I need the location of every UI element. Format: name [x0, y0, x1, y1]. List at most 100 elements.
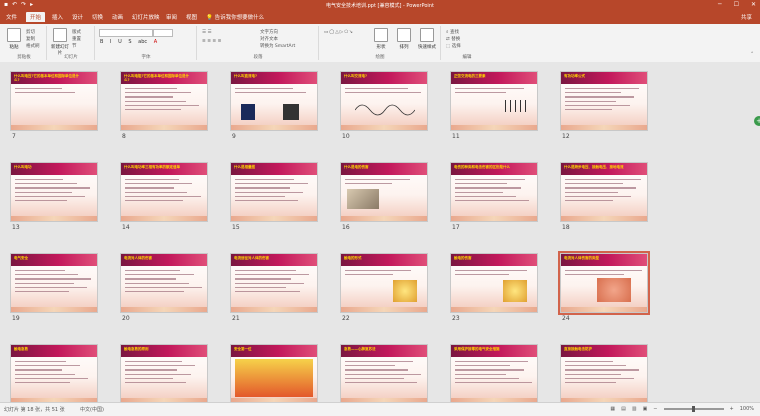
slide-thumbnail[interactable]: 什么是电的伤害 [340, 162, 428, 222]
slide-thumbnail[interactable]: 电气安全 [10, 253, 98, 313]
drawing-group-label: 绘图 [375, 55, 385, 60]
tab-file[interactable]: 文件 [6, 13, 17, 21]
slide-body-text [565, 88, 643, 113]
font-group: B I U S abc A 字体 [96, 26, 197, 60]
tab-insert[interactable]: 插入 [52, 13, 63, 21]
shadow-button[interactable]: abc [138, 39, 147, 45]
add-section-button[interactable]: + [754, 116, 760, 126]
copy-button[interactable]: 复制 [26, 36, 35, 42]
drawing-group: ▭◯△▷⬠↘ 形状 排列 快速样式 绘图 [320, 26, 441, 60]
slide-body-text [125, 361, 203, 386]
language-indicator[interactable]: 中文(中国) [80, 406, 104, 413]
strikethrough-button[interactable]: S [128, 39, 131, 45]
slide-thumbnail[interactable]: 触电急救 [10, 344, 98, 402]
tab-home[interactable]: 开始 [26, 12, 46, 22]
slide-thumbnail[interactable]: 电流途径对人体的伤害 [230, 253, 318, 313]
slide-body-text [345, 88, 423, 96]
smartart-button[interactable]: 转换为 SmartArt [260, 43, 295, 49]
slide-thumbnail[interactable]: 什么是相量图 [230, 162, 318, 222]
font-name-select[interactable] [99, 29, 153, 37]
slide-thumbnail[interactable]: 正弦交流电的三要素 [450, 71, 538, 131]
slide-footer-band [451, 307, 537, 312]
slide-sorter-view-icon[interactable]: ▤ [621, 406, 626, 412]
view-controls: ▦ ▤ ▥ ▣ − + 100% [610, 406, 754, 412]
tab-review[interactable]: 审阅 [166, 13, 177, 21]
new-slide-button[interactable]: 新建幻灯片 [50, 28, 70, 56]
slide-thumbnail[interactable]: 什么叫交流电? [340, 71, 428, 131]
slide-thumbnail[interactable]: 什么叫直流电? [230, 71, 318, 131]
layout-button[interactable]: 版式 [72, 29, 81, 35]
paste-button[interactable]: 粘贴 [4, 28, 24, 50]
reset-button[interactable]: 重置 [72, 36, 81, 42]
slide-title: 什么叫电功率三相有功率的额定值单 [124, 165, 180, 169]
slide-thumbnail[interactable]: 急救——心肺复苏法 [340, 344, 428, 402]
tell-me-search[interactable]: 💡 告诉我你想要做什么 [206, 13, 264, 21]
font-size-select[interactable] [153, 29, 173, 37]
slide-thumbnail[interactable]: 有功功率公式 [560, 71, 648, 131]
quick-styles-button[interactable]: 快速样式 [416, 28, 438, 50]
slide-thumbnail[interactable]: 电流对人体的伤害 [120, 253, 208, 313]
zoom-level[interactable]: 100% [740, 406, 754, 412]
font-color-button[interactable]: A [154, 39, 157, 45]
slide-count: 幻灯片 第 18 张，共 51 张 [4, 407, 65, 413]
share-button[interactable]: 共享 [741, 13, 752, 21]
tab-transitions[interactable]: 切换 [92, 13, 103, 21]
tab-animations[interactable]: 动画 [112, 13, 123, 21]
slide-number: 7 [12, 133, 16, 140]
slideshow-view-icon[interactable]: ▣ [643, 406, 648, 412]
collapse-ribbon-icon[interactable]: ⌃ [750, 52, 754, 57]
slide-thumbnail[interactable]: 采用保护接零的电气安全措施 [450, 344, 538, 402]
align-text-button[interactable]: 对齐文本 [260, 36, 278, 42]
tab-slideshow[interactable]: 幻灯片放映 [132, 13, 160, 21]
slide-body-text [235, 88, 313, 96]
slide-number: 20 [122, 315, 130, 322]
arrange-icon [397, 28, 411, 42]
zoom-slider[interactable] [663, 406, 724, 412]
slide-number: 21 [232, 315, 240, 322]
slide-thumbnail[interactable]: 触电急救的原则 [120, 344, 208, 402]
slide-thumbnail[interactable]: 什么是跨步电压、接触电压、接地电流 [560, 162, 648, 222]
slide-thumbnail[interactable]: 安全第一位 [230, 344, 318, 402]
minimize-icon[interactable]: ─ [718, 1, 722, 8]
slide-thumbnail[interactable]: 什么叫电功率三相有功率的额定值单 [120, 162, 208, 222]
select-button[interactable]: ⬚ 选择 [446, 43, 461, 49]
tell-me-label: 告诉我你想要做什么 [214, 15, 265, 21]
slide-title: 电气安全 [14, 256, 28, 260]
close-icon[interactable]: ✕ [751, 1, 756, 8]
bold-button[interactable]: B [100, 39, 103, 45]
format-painter-button[interactable]: 格式刷 [26, 43, 40, 49]
tab-design[interactable]: 设计 [72, 13, 83, 21]
slide-title: 什么叫电压?它的基本单位和国际单位是什么? [14, 74, 80, 82]
slide-thumbnail[interactable]: 直接接触电击防护 [560, 344, 648, 402]
section-button[interactable]: 节 [72, 43, 77, 49]
find-label: 查找 [449, 30, 459, 35]
italic-button[interactable]: I [110, 39, 111, 45]
slide-thumbnail[interactable]: 什么叫电功 [10, 162, 98, 222]
cut-button[interactable]: 剪切 [26, 29, 35, 35]
slide-thumbnail[interactable]: 电伤的种类和电击伤害的区别是什么 [450, 162, 538, 222]
zoom-out-icon[interactable]: − [653, 406, 657, 412]
shapes-button[interactable]: 形状 [370, 28, 392, 50]
arrange-button[interactable]: 排列 [394, 28, 414, 50]
slide-thumbnail[interactable]: 电流对人体伤害的类型 [558, 251, 650, 315]
maximize-icon[interactable]: ☐ [734, 1, 739, 8]
normal-view-icon[interactable]: ▦ [610, 406, 615, 412]
find-button[interactable]: ⌕ 查找 [446, 29, 459, 35]
slide-body-text [455, 270, 533, 278]
tab-view[interactable]: 视图 [186, 13, 197, 21]
slide-thumbnail[interactable]: 触电的形式 [340, 253, 428, 313]
zoom-knob[interactable] [692, 406, 695, 412]
align-icon[interactable]: ≡ ≡ ≡ ≡ [202, 39, 221, 44]
slide-thumbnail[interactable]: 什么叫电阻?它的基本单位和国际单位是什么? [120, 71, 208, 131]
find-icon: ⌕ [446, 30, 449, 35]
underline-button[interactable]: U [118, 39, 122, 45]
bullets-icon[interactable]: ☰ ☰ [202, 30, 212, 35]
text-direction-button[interactable]: 文字方向 [260, 29, 278, 35]
replace-button[interactable]: ⇄ 替换 [446, 36, 460, 42]
slide-thumbnail[interactable]: 什么叫电压?它的基本单位和国际单位是什么? [10, 71, 98, 131]
slide-body-text [125, 270, 203, 295]
reading-view-icon[interactable]: ▥ [632, 406, 637, 412]
slide-thumbnail[interactable]: 触电的伤害 [450, 253, 538, 313]
shapes-gallery[interactable]: ▭◯△▷⬠↘ [324, 30, 354, 35]
zoom-in-icon[interactable]: + [730, 406, 734, 412]
